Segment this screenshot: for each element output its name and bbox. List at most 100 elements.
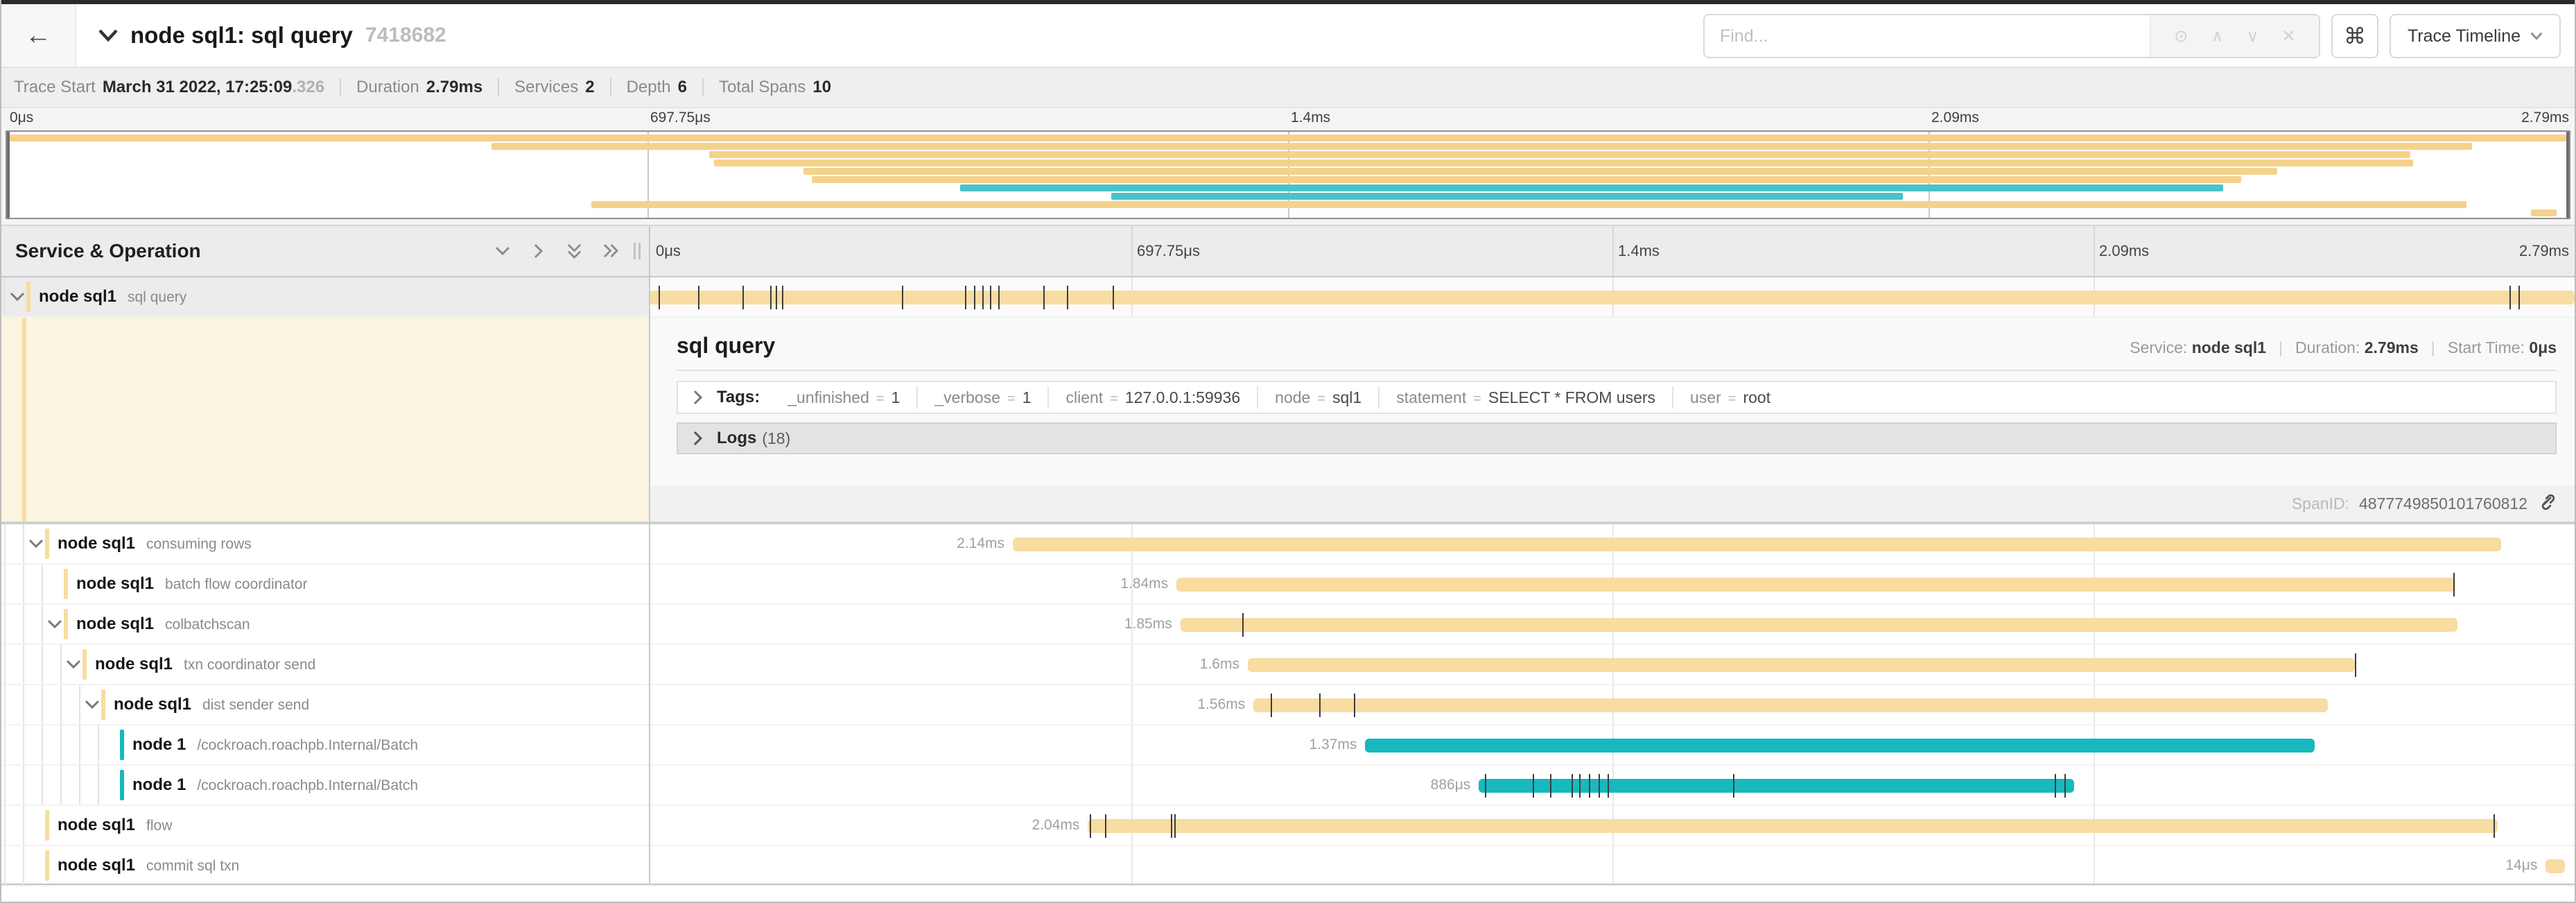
copy-link-icon[interactable]	[2537, 491, 2555, 517]
expand-all-icon[interactable]	[603, 239, 618, 264]
span-timeline-cell[interactable]: 1.6ms	[649, 645, 2575, 684]
expand-collapse-icon[interactable]	[28, 536, 44, 551]
minimap-span-bar	[591, 201, 2466, 208]
expand-collapse-icon[interactable]	[66, 657, 81, 672]
column-divider[interactable]	[649, 277, 650, 884]
span-duration-bar[interactable]	[649, 291, 2575, 304]
span-timeline-cell[interactable]: 1.56ms	[649, 685, 2575, 724]
collapse-all-icon[interactable]	[567, 239, 582, 264]
span-timeline-cell[interactable]	[649, 277, 2575, 316]
span-timeline-cell[interactable]: 2.04ms	[649, 806, 2575, 845]
tree-guide-line	[4, 645, 6, 684]
span-row[interactable]: node sql1dist sender send 1.56ms	[1, 685, 2575, 725]
span-duration-bar[interactable]	[1013, 538, 2501, 551]
span-timeline-cell[interactable]: 886μs	[649, 766, 2575, 805]
trace-view-selector[interactable]: Trace Timeline	[2390, 14, 2561, 58]
span-duration-label: 1.56ms	[1197, 696, 1253, 713]
span-duration-bar[interactable]	[1253, 698, 2328, 712]
expand-collapse-icon[interactable]	[10, 289, 25, 304]
trace-info-value: March 31 2022, 17:25:09	[103, 78, 293, 97]
tree-guide-line	[23, 605, 24, 644]
next-match-icon[interactable]: ∨	[2247, 26, 2259, 46]
keyboard-shortcuts-button[interactable]: ⌘	[2331, 14, 2378, 58]
span-duration-bar[interactable]	[2545, 859, 2565, 873]
span-row[interactable]: node sql1consuming rows2.14ms	[1, 524, 2575, 565]
log-marker	[698, 286, 699, 309]
back-button[interactable]: ←	[1, 4, 76, 67]
span-detail-name-column	[1, 318, 649, 522]
span-row[interactable]: node sql1txn coordinator send1.6ms	[1, 645, 2575, 685]
divider	[677, 370, 2557, 371]
span-name-cell[interactable]: node 1/cockroach.roachpb.Internal/Batch	[1, 725, 649, 764]
span-duration-bar[interactable]	[1181, 618, 2457, 632]
minimap-drag-handle[interactable]	[2566, 132, 2569, 218]
span-name-cell[interactable]: node sql1dist sender send	[1, 685, 649, 724]
span-rows: node sql1sql querysql queryService: node…	[1, 277, 2575, 886]
span-name-cell[interactable]: node sql1consuming rows	[1, 524, 649, 563]
span-timeline-cell[interactable]: 1.85ms	[649, 605, 2575, 644]
logs-accordion[interactable]: Logs(18)	[677, 422, 2557, 454]
log-marker	[2453, 573, 2455, 596]
span-name-cell[interactable]: node sql1flow	[1, 806, 649, 845]
span-duration-label: 1.85ms	[1124, 616, 1181, 633]
timeline-axis-header: 0μs697.75μs1.4ms2.09ms2.79ms	[649, 226, 2575, 276]
tag-pill: _unfinished=1	[771, 386, 916, 409]
tree-guide-line	[98, 725, 99, 764]
log-marker	[770, 286, 772, 309]
span-name-cell[interactable]: node sql1txn coordinator send	[1, 645, 649, 684]
span-duration-bar[interactable]	[1365, 739, 2315, 752]
span-name-cell[interactable]: node sql1colbatchscan	[1, 605, 649, 644]
top-bar-actions: ⊙ ∧ ∨ ✕ ⌘ Trace Timeline	[1703, 14, 2561, 58]
service-color-bar	[26, 282, 31, 312]
locate-icon[interactable]: ⊙	[2174, 26, 2188, 46]
span-name-cell[interactable]: node sql1sql query	[1, 277, 649, 316]
span-duration-bar[interactable]	[1479, 779, 2073, 793]
find-input[interactable]	[1705, 15, 2150, 57]
span-duration-bar[interactable]	[1176, 578, 2455, 592]
log-marker	[1533, 774, 1534, 798]
tags-accordion[interactable]: Tags:_unfinished=1_verbose=1client=127.0…	[677, 381, 2557, 414]
log-marker	[902, 286, 903, 309]
span-duration-label: 1.84ms	[1120, 576, 1176, 592]
minimap-drag-handle[interactable]	[7, 132, 10, 218]
span-row[interactable]: node 1/cockroach.roachpb.Internal/Batch8…	[1, 766, 2575, 806]
collapse-one-icon[interactable]	[495, 239, 510, 264]
prev-match-icon[interactable]: ∧	[2211, 26, 2224, 46]
log-marker	[742, 286, 744, 309]
span-row[interactable]: node sql1colbatchscan 1.85ms	[1, 605, 2575, 645]
span-duration-bar[interactable]	[1248, 658, 2355, 672]
service-name: node 1	[132, 735, 186, 755]
span-name-cell[interactable]: node sql1batch flow coordinator	[1, 565, 649, 603]
tags-label: Tags:	[717, 388, 760, 407]
collapse-trace-header-icon[interactable]	[98, 29, 118, 42]
span-timeline-cell[interactable]: 2.14ms	[649, 524, 2575, 563]
clear-search-icon[interactable]: ✕	[2282, 26, 2296, 46]
tree-guide-line	[60, 685, 62, 724]
span-timeline-cell[interactable]: 1.37ms	[649, 725, 2575, 764]
span-name-cell[interactable]: node 1/cockroach.roachpb.Internal/Batch	[1, 766, 649, 805]
minimap-span-bar	[2531, 209, 2557, 216]
expand-collapse-icon[interactable]	[85, 697, 100, 712]
column-resize-handle[interactable]	[634, 243, 641, 259]
tree-guide-line	[4, 806, 6, 845]
span-timeline-cell[interactable]: 14μs	[649, 846, 2575, 885]
span-timeline-cell[interactable]: 1.84ms	[649, 565, 2575, 603]
log-marker	[965, 286, 966, 309]
minimap-canvas[interactable]	[6, 130, 2570, 219]
log-marker	[776, 286, 777, 309]
tag-pill: statement=SELECT * FROM users	[1378, 386, 1672, 409]
span-row[interactable]: node sql1commit sql txn 14μs	[1, 846, 2575, 886]
span-duration-bar[interactable]	[1088, 819, 2497, 833]
trace-view-selector-label: Trace Timeline	[2408, 26, 2521, 46]
expand-collapse-icon[interactable]	[47, 617, 62, 632]
expand-one-icon[interactable]	[531, 239, 546, 264]
span-row[interactable]: node sql1flow2.04ms	[1, 806, 2575, 846]
log-marker	[2355, 653, 2356, 677]
span-row[interactable]: node sql1batch flow coordinator 1.84ms	[1, 565, 2575, 605]
span-name-cell[interactable]: node sql1commit sql txn	[1, 846, 649, 885]
axis-tick-label: 2.79ms	[2521, 110, 2569, 126]
span-row[interactable]: node sql1sql query	[1, 277, 2575, 318]
span-row[interactable]: node 1/cockroach.roachpb.Internal/Batch1…	[1, 725, 2575, 766]
span-name: node sql1commit sql txn	[58, 856, 239, 875]
operation-name: /cockroach.roachpb.Internal/Batch	[197, 777, 418, 794]
